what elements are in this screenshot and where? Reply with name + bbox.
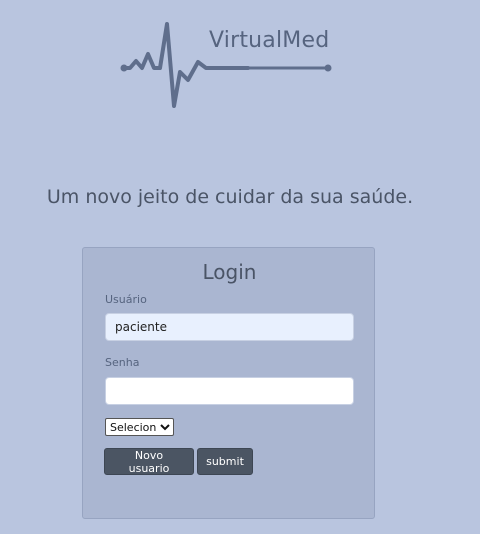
username-input[interactable]	[105, 313, 354, 341]
password-label: Senha	[105, 356, 140, 369]
username-label: Usuário	[105, 293, 147, 306]
logo: VirtualMed	[118, 18, 338, 110]
login-card: Login Usuário Senha Selecione Novo usuar…	[82, 247, 375, 519]
login-title: Login	[202, 260, 257, 284]
tagline: Um novo jeito de cuidar da sua saúde.	[46, 186, 414, 208]
role-select[interactable]: Selecione	[105, 418, 174, 436]
brand-name: VirtualMed	[209, 28, 330, 53]
password-input[interactable]	[105, 377, 354, 405]
submit-button[interactable]: submit	[197, 448, 253, 475]
new-user-button[interactable]: Novo usuario	[104, 448, 194, 475]
